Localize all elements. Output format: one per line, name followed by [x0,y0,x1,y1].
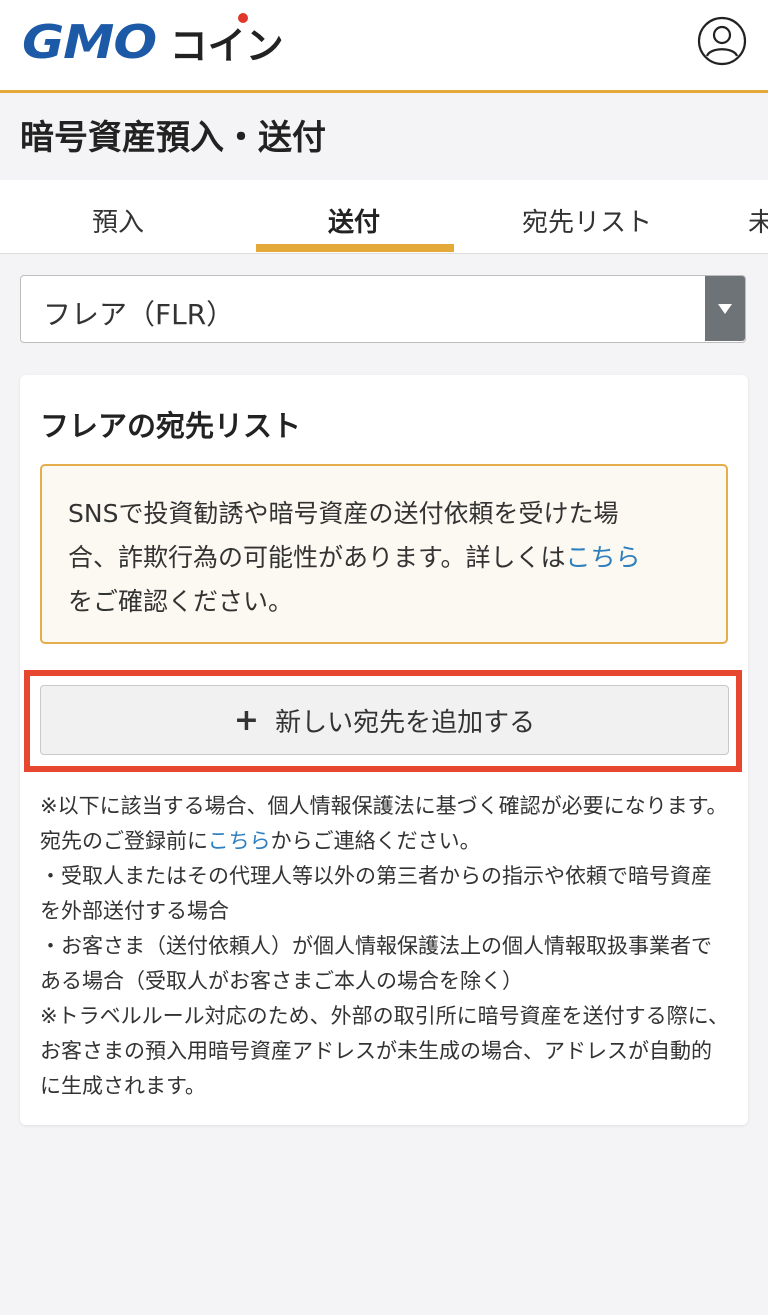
tab-deposit[interactable]: 預入 [92,202,144,239]
notes-section: ※以下に該当する場合、個人情報保護法に基づく確認が必要になります。宛先のご登録前… [40,789,730,1104]
currency-select[interactable]: フレア（FLR） [20,275,746,343]
tab-bar: 預入 送付 宛先リスト 未 [0,180,768,254]
fraud-warning-box: SNSで投資勧誘や暗号資産の送付依頼を受けた場 合、詐欺行為の可能性があります。… [40,464,728,644]
tab-address-list[interactable]: 宛先リスト [522,202,652,239]
warning-line-3: をご確認ください。 [68,587,294,616]
address-list-card: フレアの宛先リスト SNSで投資勧誘や暗号資産の送付依頼を受けた場 合、詐欺行為… [20,375,748,1125]
caret-down-icon[interactable] [705,276,745,341]
warning-line-2: 合、詐欺行為の可能性があります。詳しくはこちら [68,543,641,572]
note-4: ※トラベルルール対応のため、外部の取引所に暗号資産を送付する際に、お客さまの預入… [40,1004,729,1098]
logo-dot [237,12,248,23]
warning-line-1: SNSで投資勧誘や暗号資産の送付依頼を受けた場 [68,499,619,528]
logo-gmo-text: GMO [22,15,157,69]
add-button-label: 新しい宛先を追加する [275,707,536,738]
note-2: ・受取人またはその代理人等以外の第三者からの指示や依頼で暗号資産を外部送付する場… [40,864,712,923]
logo-coin-text: コイン [170,12,284,70]
note-1: ※以下に該当する場合、個人情報保護法に基づく確認が必要になります。宛先のご登録前… [40,794,728,853]
contact-link[interactable]: こちら [208,829,271,853]
warning-details-link[interactable]: こちら [566,543,641,572]
active-tab-indicator [256,244,454,252]
add-new-address-button[interactable]: + 新しい宛先を追加する [40,685,729,755]
user-circle-icon[interactable] [697,16,747,66]
page-title: 暗号資産預入・送付 [20,118,326,158]
currency-select-value: フレア（FLR） [43,298,235,331]
tab-partial[interactable]: 未 [748,202,768,239]
note-3: ・お客さま（送付依頼人）が個人情報保護法上の個人情報取扱事業者である場合（受取人… [40,934,712,993]
app-header: GMO コイン [0,0,768,93]
gmo-coin-logo[interactable]: GMO コイン [22,12,284,69]
tab-send[interactable]: 送付 [328,202,380,239]
card-title: フレアの宛先リスト [40,409,302,443]
plus-icon: + [233,702,260,738]
